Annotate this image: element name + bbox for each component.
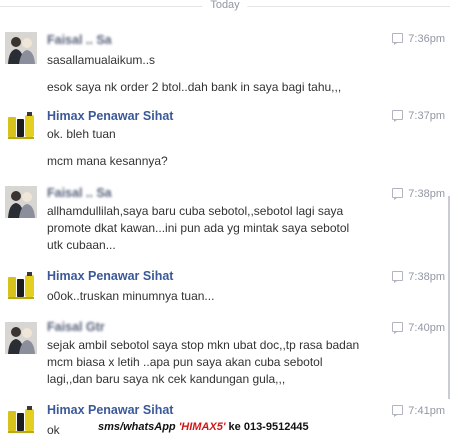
sender-name[interactable]: Himax Penawar Sihat — [47, 269, 173, 283]
date-divider-label: Today — [202, 0, 248, 11]
message-icon — [392, 322, 404, 334]
message-time: 7:40pm — [392, 322, 445, 334]
message-text: o0ok..truskan minumnya tuan... — [47, 289, 215, 303]
message-text: esok saya nk order 2 btol..dah bank in s… — [47, 80, 342, 94]
message-time: 7:37pm — [392, 110, 445, 122]
message-text: sejak ambil sebotol saya stop mkn ubat d… — [47, 338, 360, 352]
message-text: lagi,,dan baru saya nk cek kandungan gul… — [47, 372, 286, 386]
message-icon — [392, 33, 404, 45]
message-icon — [392, 110, 404, 122]
message-text: mcm mana kesannya? — [47, 154, 168, 168]
message-icon — [392, 405, 404, 417]
message-time: 7:36pm — [392, 33, 445, 45]
message-text: promote dkat kawan...ini pun ada yg mint… — [47, 221, 350, 235]
avatar[interactable] — [5, 322, 37, 354]
date-divider: Today — [0, 0, 450, 14]
avatar[interactable] — [5, 269, 37, 301]
promo-watermark: sms/whatsApp 'HIMAX5' ke 013-9512445 — [98, 421, 309, 433]
sender-name[interactable]: Himax Penawar Sihat — [47, 403, 173, 417]
watermark-suffix: ke 013-9512445 — [225, 421, 309, 433]
message-text: allhamdullilah,saya baru cuba sebotol,,s… — [47, 204, 344, 218]
message-time: 7:41pm — [392, 405, 445, 417]
avatar[interactable] — [5, 403, 37, 435]
sender-name[interactable]: Faisal Gtr — [47, 320, 105, 334]
message-text: mcm biasa x letih ..apa pun saya akan cu… — [47, 355, 323, 369]
watermark-code: 'HIMAX5' — [178, 421, 226, 433]
message-icon — [392, 271, 404, 283]
message-time: 7:38pm — [392, 188, 445, 200]
sender-name[interactable]: Himax Penawar Sihat — [47, 109, 173, 123]
watermark-prefix: sms/whatsApp — [98, 421, 179, 433]
avatar[interactable] — [5, 186, 37, 218]
message-text: ok. bleh tuan — [47, 127, 116, 141]
message-icon — [392, 188, 404, 200]
message-time: 7:38pm — [392, 271, 445, 283]
message-text: sasallamualaikum..s — [47, 53, 156, 67]
message-text: ok — [47, 423, 60, 437]
avatar[interactable] — [5, 109, 37, 141]
sender-name[interactable]: Faisal .. Sa — [47, 33, 112, 47]
sender-name[interactable]: Faisal .. Sa — [47, 186, 112, 200]
message-text: utk cubaan... — [47, 238, 116, 252]
avatar[interactable] — [5, 32, 37, 64]
